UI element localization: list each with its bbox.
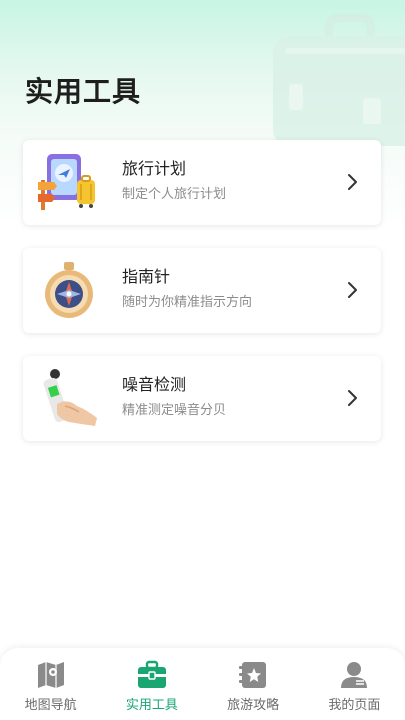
tool-title: 噪音检测 (122, 375, 187, 394)
toolbox-icon (137, 660, 166, 688)
tool-description: 随时为你精准指示方向 (122, 295, 253, 310)
tab-my-page[interactable]: 我的页面 (304, 648, 405, 720)
guidebook-icon (239, 662, 267, 688)
tool-title: 旅行计划 (122, 159, 187, 178)
tool-title: 指南针 (122, 267, 171, 286)
tab-practical-tools[interactable]: 实用工具 (101, 648, 202, 720)
compass-icon (45, 262, 93, 318)
chevron-right-icon (348, 174, 357, 190)
bottom-tab-bar: 地图导航 实用工具 旅游攻略 我的页面 (0, 648, 405, 720)
tab-label: 我的页面 (328, 698, 381, 713)
map-icon (37, 662, 64, 688)
tab-map-navigation[interactable]: 地图导航 (0, 648, 101, 720)
user-icon (341, 662, 368, 688)
page-title: 实用工具 (25, 75, 142, 108)
chevron-right-icon (348, 282, 357, 298)
suitcase-decoration-icon (273, 14, 405, 146)
tab-label: 旅游攻略 (227, 698, 280, 713)
tab-travel-guide[interactable]: 旅游攻略 (203, 648, 304, 720)
travel-plan-icon (38, 154, 95, 210)
tool-card-noise-detection[interactable]: 噪音检测 精准测定噪音分贝 (23, 356, 381, 441)
tool-card-travel-plan[interactable]: 旅行计划 制定个人旅行计划 (23, 140, 381, 225)
tool-description: 精准测定噪音分贝 (122, 403, 227, 418)
chevron-right-icon (348, 390, 357, 406)
tab-label: 地图导航 (24, 698, 77, 713)
tool-card-compass[interactable]: 指南针 随时为你精准指示方向 (23, 248, 381, 333)
sound-meter-icon (43, 369, 97, 426)
tab-label: 实用工具 (125, 698, 178, 713)
tool-description: 制定个人旅行计划 (122, 187, 227, 202)
